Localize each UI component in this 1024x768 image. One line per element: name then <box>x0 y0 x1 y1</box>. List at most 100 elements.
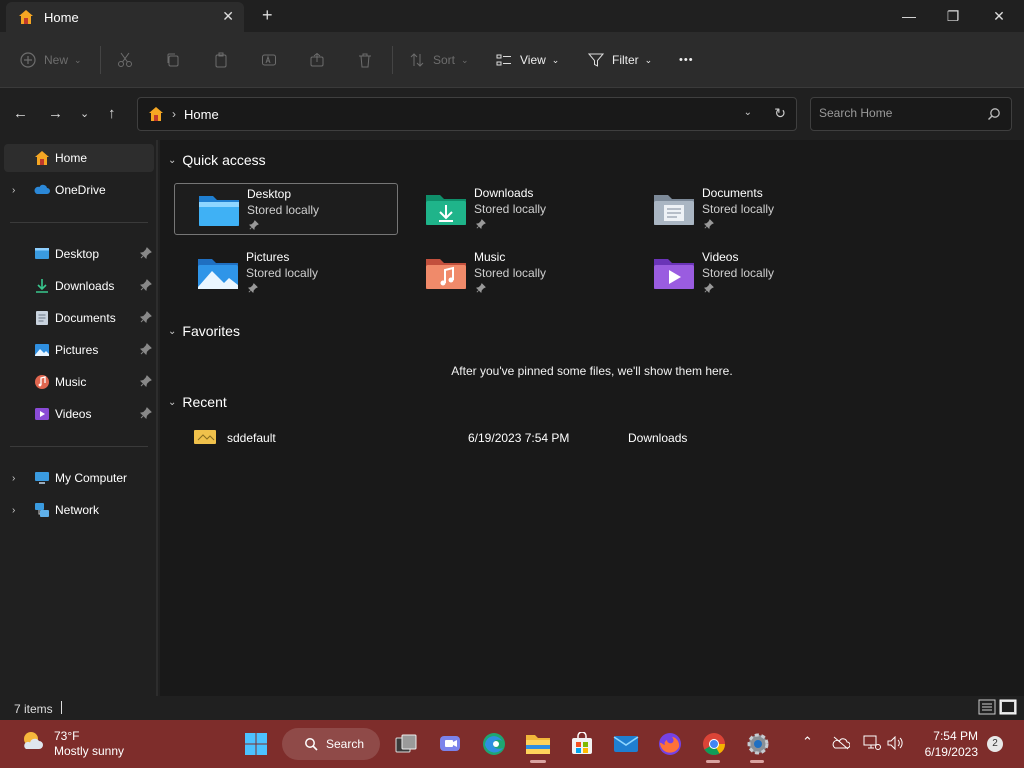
clock[interactable]: 7:54 PM 6/19/2023 <box>920 728 978 760</box>
favorites-header[interactable]: ⌄ Favorites <box>168 323 240 339</box>
settings-button[interactable] <box>744 730 772 758</box>
item-status: Stored locally <box>246 266 319 280</box>
share-button[interactable] <box>309 48 325 72</box>
sidebar-item-downloads[interactable]: Downloads <box>4 272 154 300</box>
desktop-folder-icon <box>199 196 239 226</box>
recent-file-row[interactable]: sddefault 6/19/2023 7:54 PM Downloads <box>190 426 990 448</box>
sidebar-item-music[interactable]: Music <box>4 368 154 396</box>
chevron-right-icon[interactable]: › <box>12 185 15 196</box>
file-explorer-button[interactable] <box>524 730 552 758</box>
tiles-view-icon[interactable] <box>999 699 1017 715</box>
pin-icon[interactable] <box>140 375 152 387</box>
address-bar[interactable]: › Home ⌄ ↻ <box>137 97 797 131</box>
sidebar-item-desktop[interactable]: Desktop <box>4 240 154 268</box>
breadcrumb-home[interactable]: Home <box>184 107 219 122</box>
sidebar-item-label: Downloads <box>55 279 115 293</box>
forward-arrow-icon[interactable]: → <box>48 105 63 122</box>
chevron-right-icon[interactable]: › <box>12 505 15 516</box>
recent-header[interactable]: ⌄ Recent <box>168 394 227 410</box>
recent-locations-chevron-icon[interactable]: ⌄ <box>80 107 89 120</box>
pin-icon[interactable] <box>140 311 152 323</box>
network-icon <box>35 503 49 517</box>
tab-home[interactable]: Home ✕ <box>6 2 244 32</box>
downloads-icon <box>36 279 48 293</box>
sidebar-item-videos[interactable]: Videos <box>4 400 154 428</box>
pin-icon[interactable] <box>140 247 152 259</box>
sidebar-item-network[interactable]: › Network <box>4 496 154 524</box>
quick-access-downloads[interactable]: Downloads Stored locally <box>402 183 626 235</box>
content-pane: ⌄ Quick access Desktop Stored locally Do… <box>160 140 1024 696</box>
details-view-icon[interactable] <box>978 699 996 715</box>
sidebar-item-pictures[interactable]: Pictures <box>4 336 154 364</box>
store-button[interactable] <box>568 730 596 758</box>
firefox-button[interactable] <box>656 730 684 758</box>
weather-widget[interactable]: 73°F Mostly sunny <box>20 729 124 759</box>
quick-access-desktop[interactable]: Desktop Stored locally <box>174 183 398 235</box>
sort-button[interactable]: Sort ⌄ <box>409 48 469 72</box>
navigation-pane: Home › OneDrive Desktop Downloads Docume… <box>0 140 158 696</box>
search-input[interactable] <box>819 106 979 120</box>
start-button[interactable] <box>242 730 270 758</box>
mail-button[interactable] <box>612 730 640 758</box>
new-button[interactable]: New ⌄ <box>20 48 82 72</box>
rename-button[interactable] <box>261 48 277 72</box>
filter-button[interactable]: Filter ⌄ <box>588 48 652 72</box>
sidebar-item-documents[interactable]: Documents <box>4 304 154 332</box>
chevron-right-icon[interactable]: › <box>12 473 15 484</box>
delete-button[interactable] <box>357 48 373 72</box>
paste-button[interactable] <box>213 48 229 72</box>
quick-access-pictures[interactable]: Pictures Stored locally <box>174 247 398 299</box>
documents-folder-icon <box>654 195 694 225</box>
volume-icon[interactable] <box>887 736 905 750</box>
more-options-button[interactable]: ••• <box>679 48 694 72</box>
close-button[interactable]: ✕ <box>976 0 1022 32</box>
quick-access-header[interactable]: ⌄ Quick access <box>168 152 266 168</box>
pin-icon[interactable] <box>140 407 152 419</box>
taskbar-search-button[interactable]: Search <box>282 728 380 760</box>
cut-button[interactable] <box>117 48 133 72</box>
new-tab-button[interactable]: + <box>262 5 273 26</box>
address-dropdown-chevron-icon[interactable]: ⌄ <box>744 107 752 118</box>
maximize-button[interactable]: ❐ <box>930 0 976 32</box>
tab-close-icon[interactable]: ✕ <box>222 8 234 25</box>
quick-access-documents[interactable]: Documents Stored locally <box>630 183 854 235</box>
back-arrow-icon[interactable]: ← <box>13 105 28 122</box>
task-view-icon <box>395 734 417 753</box>
pin-icon <box>704 219 714 229</box>
chevron-down-icon: ⌄ <box>551 54 560 65</box>
divider <box>10 446 148 447</box>
chrome-button[interactable] <box>700 730 728 758</box>
onedrive-offline-icon[interactable] <box>832 736 850 750</box>
minimize-button[interactable]: — <box>886 0 932 32</box>
sidebar-item-label: Pictures <box>55 343 99 357</box>
sidebar-item-home[interactable]: Home <box>4 144 154 172</box>
windows-logo-icon <box>245 733 267 755</box>
edge-browser-button[interactable] <box>480 730 508 758</box>
sidebar-item-my-computer[interactable]: › My Computer <box>4 464 154 492</box>
network-status-icon[interactable] <box>863 735 881 751</box>
search-icon <box>988 108 1000 120</box>
notification-badge[interactable]: 2 <box>987 736 1003 752</box>
task-view-button[interactable] <box>392 730 420 758</box>
sidebar-item-onedrive[interactable]: › OneDrive <box>4 176 154 204</box>
recent-file-date: 6/19/2023 7:54 PM <box>468 431 570 445</box>
up-arrow-icon[interactable]: ↑ <box>108 105 116 122</box>
pictures-folder-icon <box>198 259 238 289</box>
show-hidden-icons-chevron-icon[interactable]: ⌃ <box>802 734 813 750</box>
chevron-down-icon: ⌄ <box>644 54 653 65</box>
divider <box>392 46 393 74</box>
chevron-down-icon: ⌄ <box>461 54 469 65</box>
chat-icon <box>440 736 460 751</box>
quick-access-music[interactable]: Music Stored locally <box>402 247 626 299</box>
quick-access-videos[interactable]: Videos Stored locally <box>630 247 854 299</box>
teams-chat-button[interactable] <box>436 730 464 758</box>
pin-icon[interactable] <box>140 343 152 355</box>
copy-button[interactable] <box>165 48 181 72</box>
pin-icon[interactable] <box>140 279 152 291</box>
new-label: New <box>44 53 69 67</box>
refresh-icon[interactable]: ↻ <box>774 105 786 122</box>
search-box[interactable] <box>810 97 1012 131</box>
view-button[interactable]: View ⌄ <box>496 48 559 72</box>
image-file-icon <box>194 430 216 444</box>
time: 7:54 PM <box>933 729 978 743</box>
